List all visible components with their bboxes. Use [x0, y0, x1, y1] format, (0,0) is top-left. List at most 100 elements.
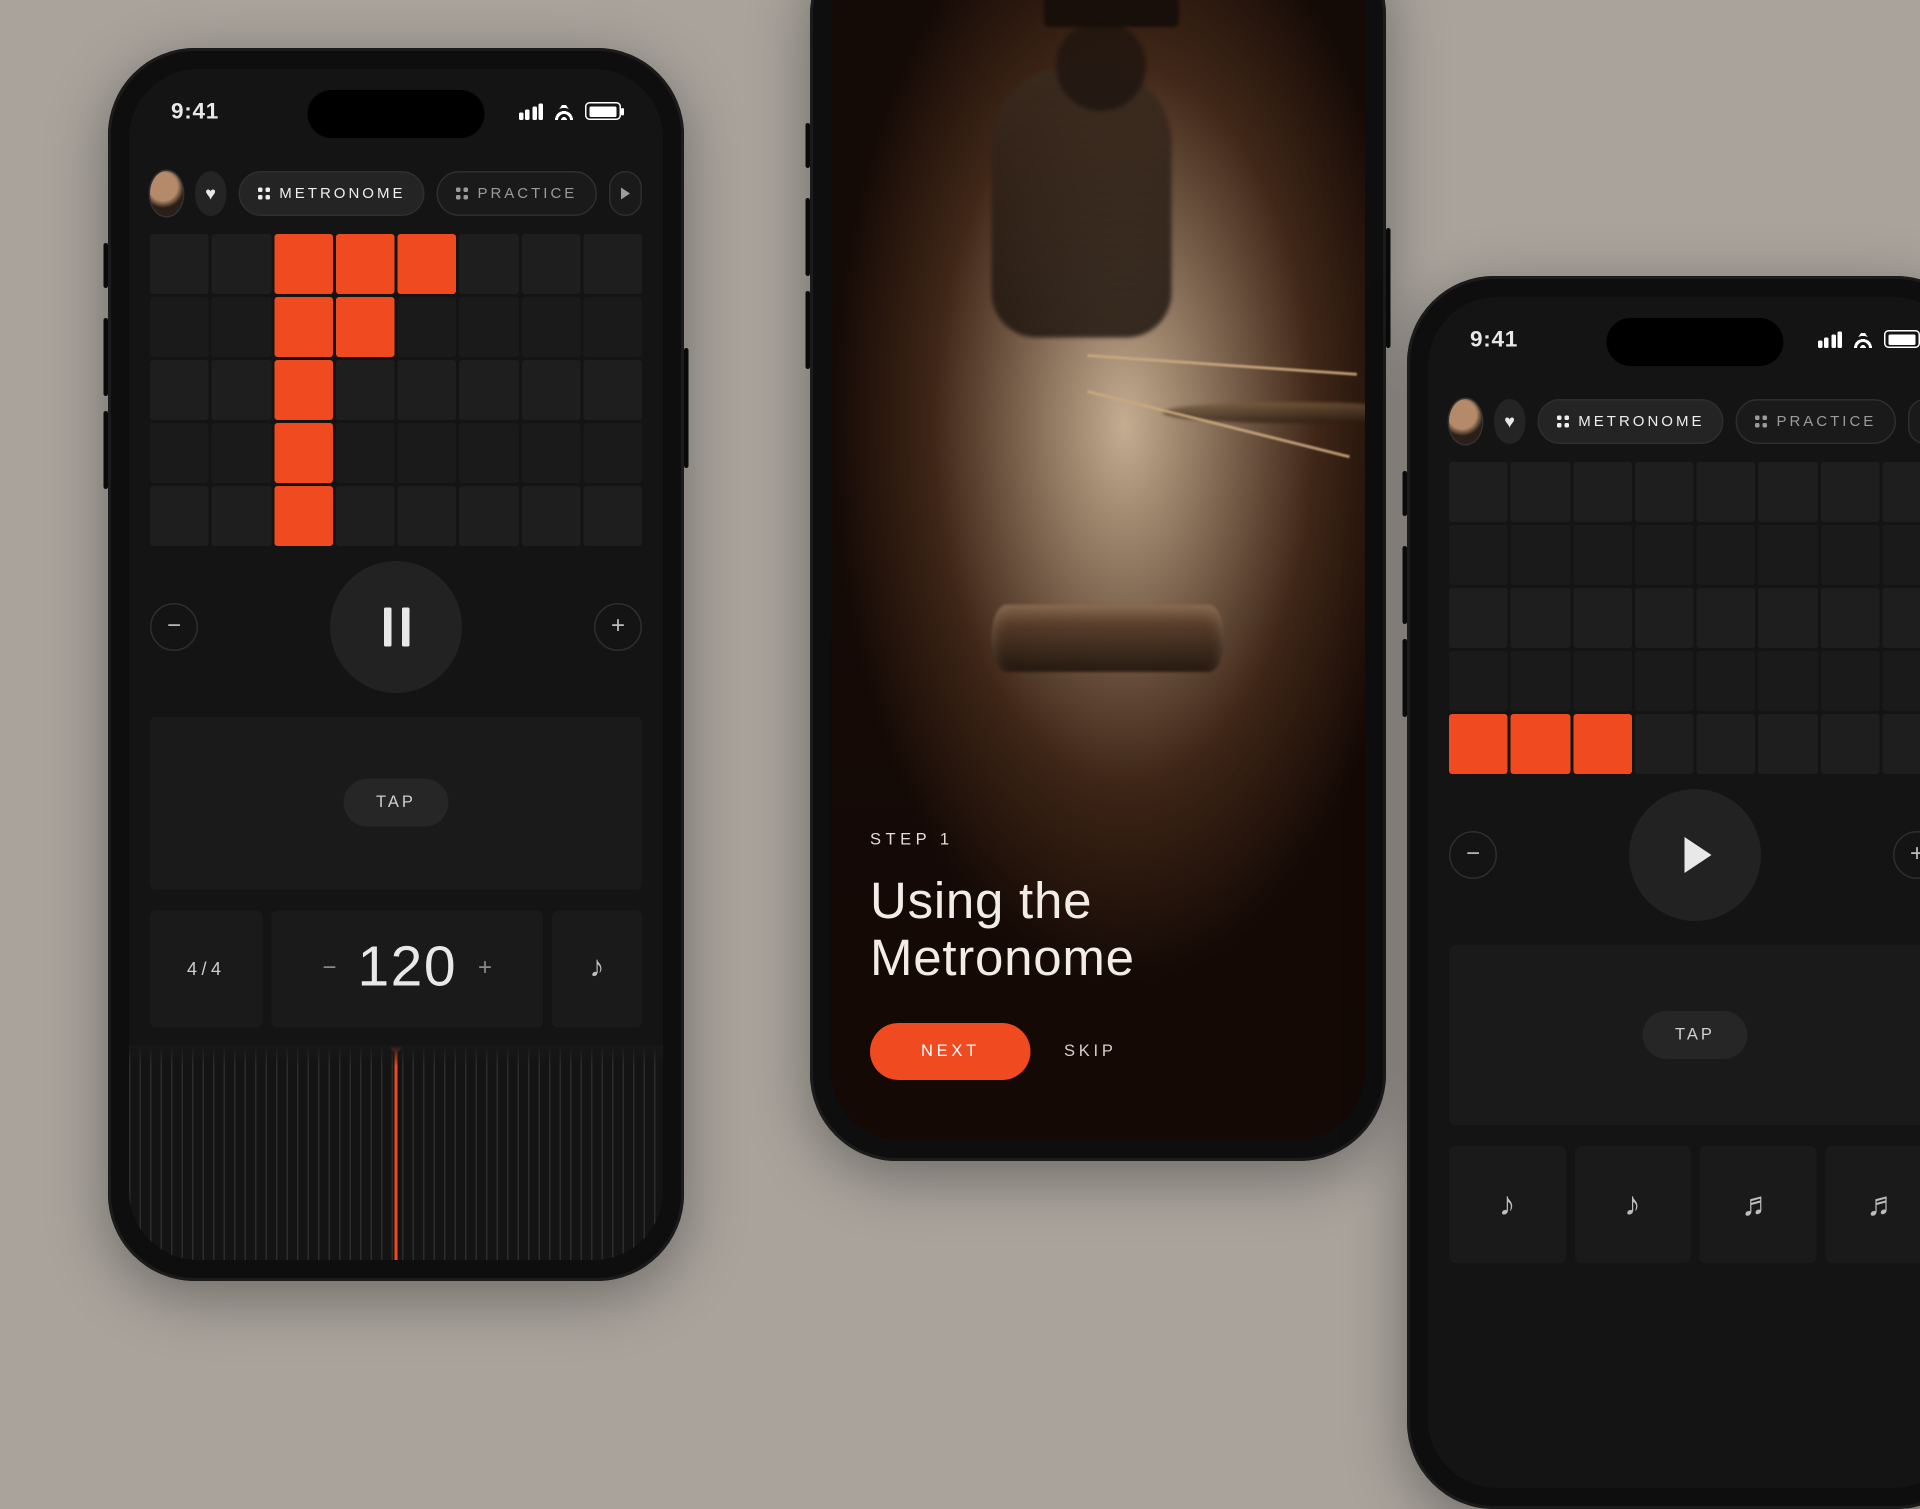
favorite-button[interactable]: ♥	[194, 171, 226, 216]
beat-cell[interactable]	[1573, 651, 1632, 711]
beat-cell[interactable]	[336, 423, 395, 483]
beat-cell[interactable]	[583, 360, 642, 420]
beat-cell[interactable]	[1573, 462, 1632, 522]
beat-cell[interactable]	[1697, 525, 1756, 585]
beat-cell[interactable]	[274, 360, 333, 420]
beat-grid[interactable]	[129, 234, 663, 546]
beat-cell[interactable]	[1758, 462, 1817, 522]
beat-cell[interactable]	[1635, 714, 1694, 774]
beat-cell[interactable]	[398, 360, 457, 420]
beat-cell[interactable]	[1449, 525, 1508, 585]
beat-cell[interactable]	[1882, 651, 1920, 711]
beat-cell[interactable]	[459, 486, 518, 546]
bpm-plus-button[interactable]: +	[478, 955, 492, 982]
tab-metronome[interactable]: METRONOME	[1538, 399, 1724, 444]
tab-practice[interactable]: PRACTICE	[1736, 399, 1896, 444]
beat-cell[interactable]	[274, 297, 333, 357]
beat-cell[interactable]	[521, 297, 580, 357]
tempo-down-button[interactable]: −	[150, 603, 198, 651]
beat-cell[interactable]	[583, 423, 642, 483]
tempo-down-button[interactable]: −	[1449, 831, 1497, 879]
beat-cell[interactable]	[583, 297, 642, 357]
beat-cell[interactable]	[1697, 651, 1756, 711]
beat-cell[interactable]	[1697, 462, 1756, 522]
beat-cell[interactable]	[459, 360, 518, 420]
beat-cell[interactable]	[336, 297, 395, 357]
note-option[interactable]: ♪	[1574, 1146, 1690, 1263]
beat-cell[interactable]	[274, 423, 333, 483]
bpm-minus-button[interactable]: −	[322, 955, 336, 982]
note-option[interactable]: ♬	[1825, 1146, 1920, 1263]
beat-cell[interactable]	[459, 423, 518, 483]
beat-cell[interactable]	[583, 234, 642, 294]
time-signature-button[interactable]: 4/4	[150, 910, 263, 1027]
beat-cell[interactable]	[1697, 714, 1756, 774]
beat-cell[interactable]	[1882, 714, 1920, 774]
play-button[interactable]	[1629, 789, 1761, 921]
beat-cell[interactable]	[459, 297, 518, 357]
beat-cell[interactable]	[1449, 588, 1508, 648]
tempo-up-button[interactable]: +	[1893, 831, 1920, 879]
beat-cell[interactable]	[274, 234, 333, 294]
tap-zone[interactable]: TAP	[1449, 945, 1920, 1125]
beat-cell[interactable]	[521, 234, 580, 294]
beat-cell[interactable]	[212, 423, 271, 483]
beat-cell[interactable]	[1820, 525, 1879, 585]
tab-more[interactable]	[609, 171, 642, 216]
beat-cell[interactable]	[336, 486, 395, 546]
beat-cell[interactable]	[583, 486, 642, 546]
subdivision-button[interactable]: ♪	[552, 910, 642, 1027]
tab-metronome[interactable]: METRONOME	[239, 171, 425, 216]
beat-cell[interactable]	[1758, 525, 1817, 585]
tap-zone[interactable]: TAP	[150, 717, 642, 889]
note-option[interactable]: ♬	[1700, 1146, 1816, 1263]
beat-cell[interactable]	[150, 297, 209, 357]
beat-cell[interactable]	[1449, 714, 1508, 774]
beat-cell[interactable]	[1635, 525, 1694, 585]
tap-button[interactable]: TAP	[343, 779, 449, 827]
beat-cell[interactable]	[1820, 651, 1879, 711]
beat-cell[interactable]	[1820, 714, 1879, 774]
beat-cell[interactable]	[150, 486, 209, 546]
beat-cell[interactable]	[1511, 651, 1570, 711]
beat-cell[interactable]	[521, 486, 580, 546]
favorite-button[interactable]: ♥	[1493, 399, 1525, 444]
beat-cell[interactable]	[1511, 525, 1570, 585]
beat-cell[interactable]	[1820, 462, 1879, 522]
skip-button[interactable]: SKIP	[1064, 1043, 1117, 1061]
beat-cell[interactable]	[1758, 714, 1817, 774]
beat-cell[interactable]	[1573, 714, 1632, 774]
beat-cell[interactable]	[212, 297, 271, 357]
beat-cell[interactable]	[274, 486, 333, 546]
beat-cell[interactable]	[1511, 462, 1570, 522]
beat-cell[interactable]	[1697, 588, 1756, 648]
beat-cell[interactable]	[1820, 588, 1879, 648]
beat-cell[interactable]	[398, 297, 457, 357]
beat-grid[interactable]	[1428, 462, 1920, 774]
beat-cell[interactable]	[1758, 588, 1817, 648]
beat-cell[interactable]	[1511, 714, 1570, 774]
beat-cell[interactable]	[1635, 588, 1694, 648]
beat-cell[interactable]	[150, 360, 209, 420]
beat-cell[interactable]	[1449, 651, 1508, 711]
tempo-ruler[interactable]	[129, 1045, 663, 1260]
beat-cell[interactable]	[1882, 525, 1920, 585]
tap-button[interactable]: TAP	[1642, 1011, 1748, 1059]
beat-cell[interactable]	[1758, 651, 1817, 711]
beat-cell[interactable]	[1573, 525, 1632, 585]
beat-cell[interactable]	[1635, 462, 1694, 522]
beat-cell[interactable]	[150, 234, 209, 294]
beat-cell[interactable]	[212, 234, 271, 294]
beat-cell[interactable]	[398, 486, 457, 546]
beat-cell[interactable]	[336, 234, 395, 294]
beat-cell[interactable]	[1882, 588, 1920, 648]
beat-cell[interactable]	[521, 360, 580, 420]
beat-cell[interactable]	[336, 360, 395, 420]
beat-cell[interactable]	[212, 360, 271, 420]
beat-cell[interactable]	[521, 423, 580, 483]
beat-cell[interactable]	[1882, 462, 1920, 522]
avatar[interactable]	[150, 171, 182, 216]
beat-cell[interactable]	[150, 423, 209, 483]
beat-cell[interactable]	[398, 423, 457, 483]
beat-cell[interactable]	[212, 486, 271, 546]
